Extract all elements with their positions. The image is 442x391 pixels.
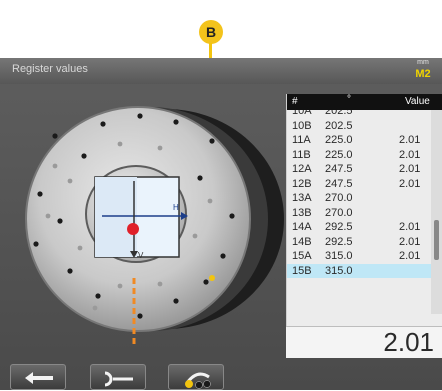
row-id: 15B — [292, 264, 312, 277]
vertical-axis-label: V — [138, 251, 144, 260]
row-angle: 225.0 — [325, 134, 353, 146]
back-button[interactable] — [10, 364, 66, 390]
row-angle: 202.5 — [325, 110, 353, 117]
row-id: 13A — [292, 192, 312, 204]
disc-hole — [81, 153, 87, 159]
table-header: # ° Value — [287, 94, 442, 110]
register-values-panel: # ° Value 10A 202.5 10B 202.5 11A 225.0 2.01 11… — [286, 94, 442, 326]
disc-hole-faint — [52, 163, 58, 169]
row-angle: 292.5 — [325, 221, 353, 233]
table-row[interactable]: 14B 292.5 2.01 — [287, 235, 431, 250]
disc-hole — [33, 241, 39, 247]
row-angle: 292.5 — [325, 235, 353, 248]
row-angle: 247.5 — [325, 163, 353, 175]
row-angle: 247.5 — [325, 177, 353, 190]
row-value: 2.01 — [399, 134, 421, 146]
table-row[interactable]: 14A 292.5 2.01 — [287, 220, 431, 235]
column-header-angle: ° — [347, 94, 351, 105]
row-angle: 270.0 — [325, 192, 353, 204]
row-angle: 225.0 — [325, 148, 353, 161]
measure-button[interactable] — [168, 364, 224, 390]
table-row[interactable]: 15B 315.0 — [287, 263, 431, 278]
scroll-thumb[interactable] — [434, 220, 439, 260]
disc-hole-faint — [77, 245, 83, 251]
disc-hole — [229, 213, 235, 219]
row-angle: 315.0 — [325, 250, 353, 262]
row-id: 14A — [292, 221, 312, 233]
disc-hole-faint — [192, 233, 198, 239]
row-value: 2.01 — [399, 163, 421, 175]
row-angle: 315.0 — [325, 264, 353, 277]
disc-hole — [67, 268, 73, 274]
table-row[interactable]: 13A 270.0 — [287, 191, 431, 206]
disc-illustration: H V — [0, 86, 286, 344]
table-row[interactable]: 12A 247.5 2.01 — [287, 162, 431, 177]
disc-hole-faint — [157, 145, 163, 151]
disc-hole — [95, 293, 101, 299]
row-id: 10B — [292, 119, 312, 132]
row-value: 2.01 — [399, 177, 421, 190]
disc-hole — [100, 121, 106, 127]
back-arrow-icon — [25, 372, 53, 384]
column-header-value: Value — [405, 96, 430, 107]
current-value-display: 2.01 — [286, 326, 442, 358]
row-value: 2.01 — [399, 148, 421, 161]
disc-hole-faint — [207, 198, 213, 204]
disc-hole — [173, 119, 179, 125]
disc-hole — [203, 279, 209, 285]
row-id: 10A — [292, 110, 312, 117]
measurement-window-shade — [95, 177, 137, 257]
horizontal-axis-label: H — [173, 203, 179, 212]
disc-hole — [57, 218, 63, 224]
disc-hole — [137, 313, 143, 319]
disc-hole-faint — [157, 281, 163, 287]
disc-hole — [52, 133, 58, 139]
probe-position-marker — [127, 223, 139, 235]
table-row[interactable]: 15A 315.0 2.01 — [287, 249, 431, 264]
row-angle: 270.0 — [325, 206, 353, 219]
disc-hole — [137, 113, 143, 119]
disc-hole-faint — [117, 141, 123, 147]
disc-hole — [209, 138, 215, 144]
row-angle: 202.5 — [325, 119, 353, 132]
disc-hole — [37, 191, 43, 197]
values-table: 10A 202.5 10B 202.5 11A 225.0 2.01 11B 225.0 2.01… — [287, 110, 431, 314]
disc-hole — [197, 175, 203, 181]
disc-hole-faint — [45, 213, 51, 219]
column-header-number: # — [292, 96, 298, 107]
disc-hole — [220, 253, 226, 259]
measurement-point — [209, 275, 215, 281]
window-title: Register values — [12, 63, 88, 75]
row-id: 14B — [292, 235, 312, 248]
row-id: 15A — [292, 250, 312, 262]
disc-hole-faint — [117, 283, 123, 289]
table-row[interactable]: 10A 202.5 — [287, 110, 431, 119]
table-row[interactable]: 11A 225.0 2.01 — [287, 133, 431, 148]
table-row[interactable]: 11B 225.0 2.01 — [287, 148, 431, 163]
measure-wheel-icon — [185, 372, 211, 389]
row-value: 2.01 — [399, 235, 421, 248]
row-id: 13B — [292, 206, 312, 219]
table-row[interactable]: 10B 202.5 — [287, 119, 431, 134]
row-value: 2.01 — [399, 250, 421, 262]
row-id: 12A — [292, 163, 312, 175]
table-scrollbar[interactable] — [431, 110, 442, 314]
enter-button[interactable] — [90, 364, 146, 390]
table-row[interactable]: 13B 270.0 — [287, 206, 431, 221]
unit-icon: M2 — [415, 68, 431, 80]
row-id: 12B — [292, 177, 312, 190]
unit-label: mm — [417, 59, 429, 66]
disc-hole — [173, 298, 179, 304]
disc-hole-faint — [92, 305, 98, 311]
current-value: 2.01 — [383, 327, 434, 357]
row-value: 2.01 — [399, 221, 421, 233]
row-id: 11A — [292, 134, 311, 146]
callout-badge: B — [199, 20, 223, 44]
disc-hole-faint — [67, 178, 73, 184]
enter-icon — [104, 371, 133, 387]
row-id: 11B — [292, 148, 311, 161]
table-row[interactable]: 12B 247.5 2.01 — [287, 177, 431, 192]
